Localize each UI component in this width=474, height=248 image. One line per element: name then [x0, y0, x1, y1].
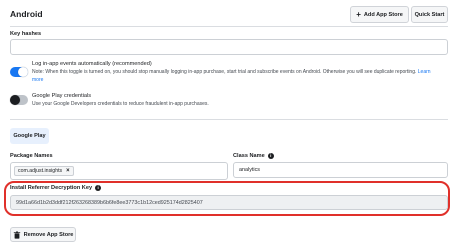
- learn-more-link[interactable]: Learn: [418, 69, 431, 75]
- package-name-chip: com.adjust.insights ×: [14, 166, 74, 176]
- key-hashes-label: Key hashes: [10, 31, 42, 37]
- remove-app-store-label: Remove App Store: [23, 231, 74, 238]
- play-credentials-toggle[interactable]: [10, 95, 28, 105]
- remove-app-store-button[interactable]: Remove App Store: [10, 227, 76, 242]
- toggle-knob: [18, 67, 28, 77]
- install-referrer-key-field[interactable]: 99d1a66d1b2d3ddf212f263268389b6b6fe8ee37…: [10, 195, 448, 210]
- log-events-note: Note: When this toggle is turned on, you…: [32, 69, 431, 83]
- class-name-input[interactable]: analytics: [233, 162, 448, 178]
- section-title: Android: [10, 9, 43, 19]
- key-hashes-input[interactable]: [10, 39, 448, 55]
- toggle-knob: [10, 95, 20, 105]
- trash-icon: [13, 230, 20, 239]
- learn-more-link-continued[interactable]: more: [32, 77, 43, 83]
- info-icon: i: [95, 185, 102, 191]
- plus-icon: +: [356, 9, 361, 19]
- divider: [10, 26, 448, 27]
- package-names-label: Package Names: [10, 153, 53, 159]
- install-referrer-label: Install Referrer Decryption Key i: [10, 185, 102, 191]
- tab-google-play[interactable]: Google Play: [10, 128, 49, 144]
- add-app-store-label: Add App Store: [363, 11, 403, 18]
- info-icon: i: [267, 153, 274, 159]
- log-events-toggle[interactable]: [10, 67, 28, 77]
- play-credentials-desc: Use your Google Developers credentials t…: [32, 101, 209, 107]
- class-name-label: Class Name i: [233, 153, 274, 159]
- divider: [10, 119, 448, 120]
- close-icon[interactable]: ×: [66, 168, 70, 174]
- add-app-store-button[interactable]: + Add App Store: [350, 6, 409, 23]
- log-events-title: Log in-app events automatically (recomme…: [32, 61, 152, 67]
- quick-start-button[interactable]: Quick Start: [411, 6, 448, 23]
- play-credentials-title: Google Play credentials: [32, 93, 92, 99]
